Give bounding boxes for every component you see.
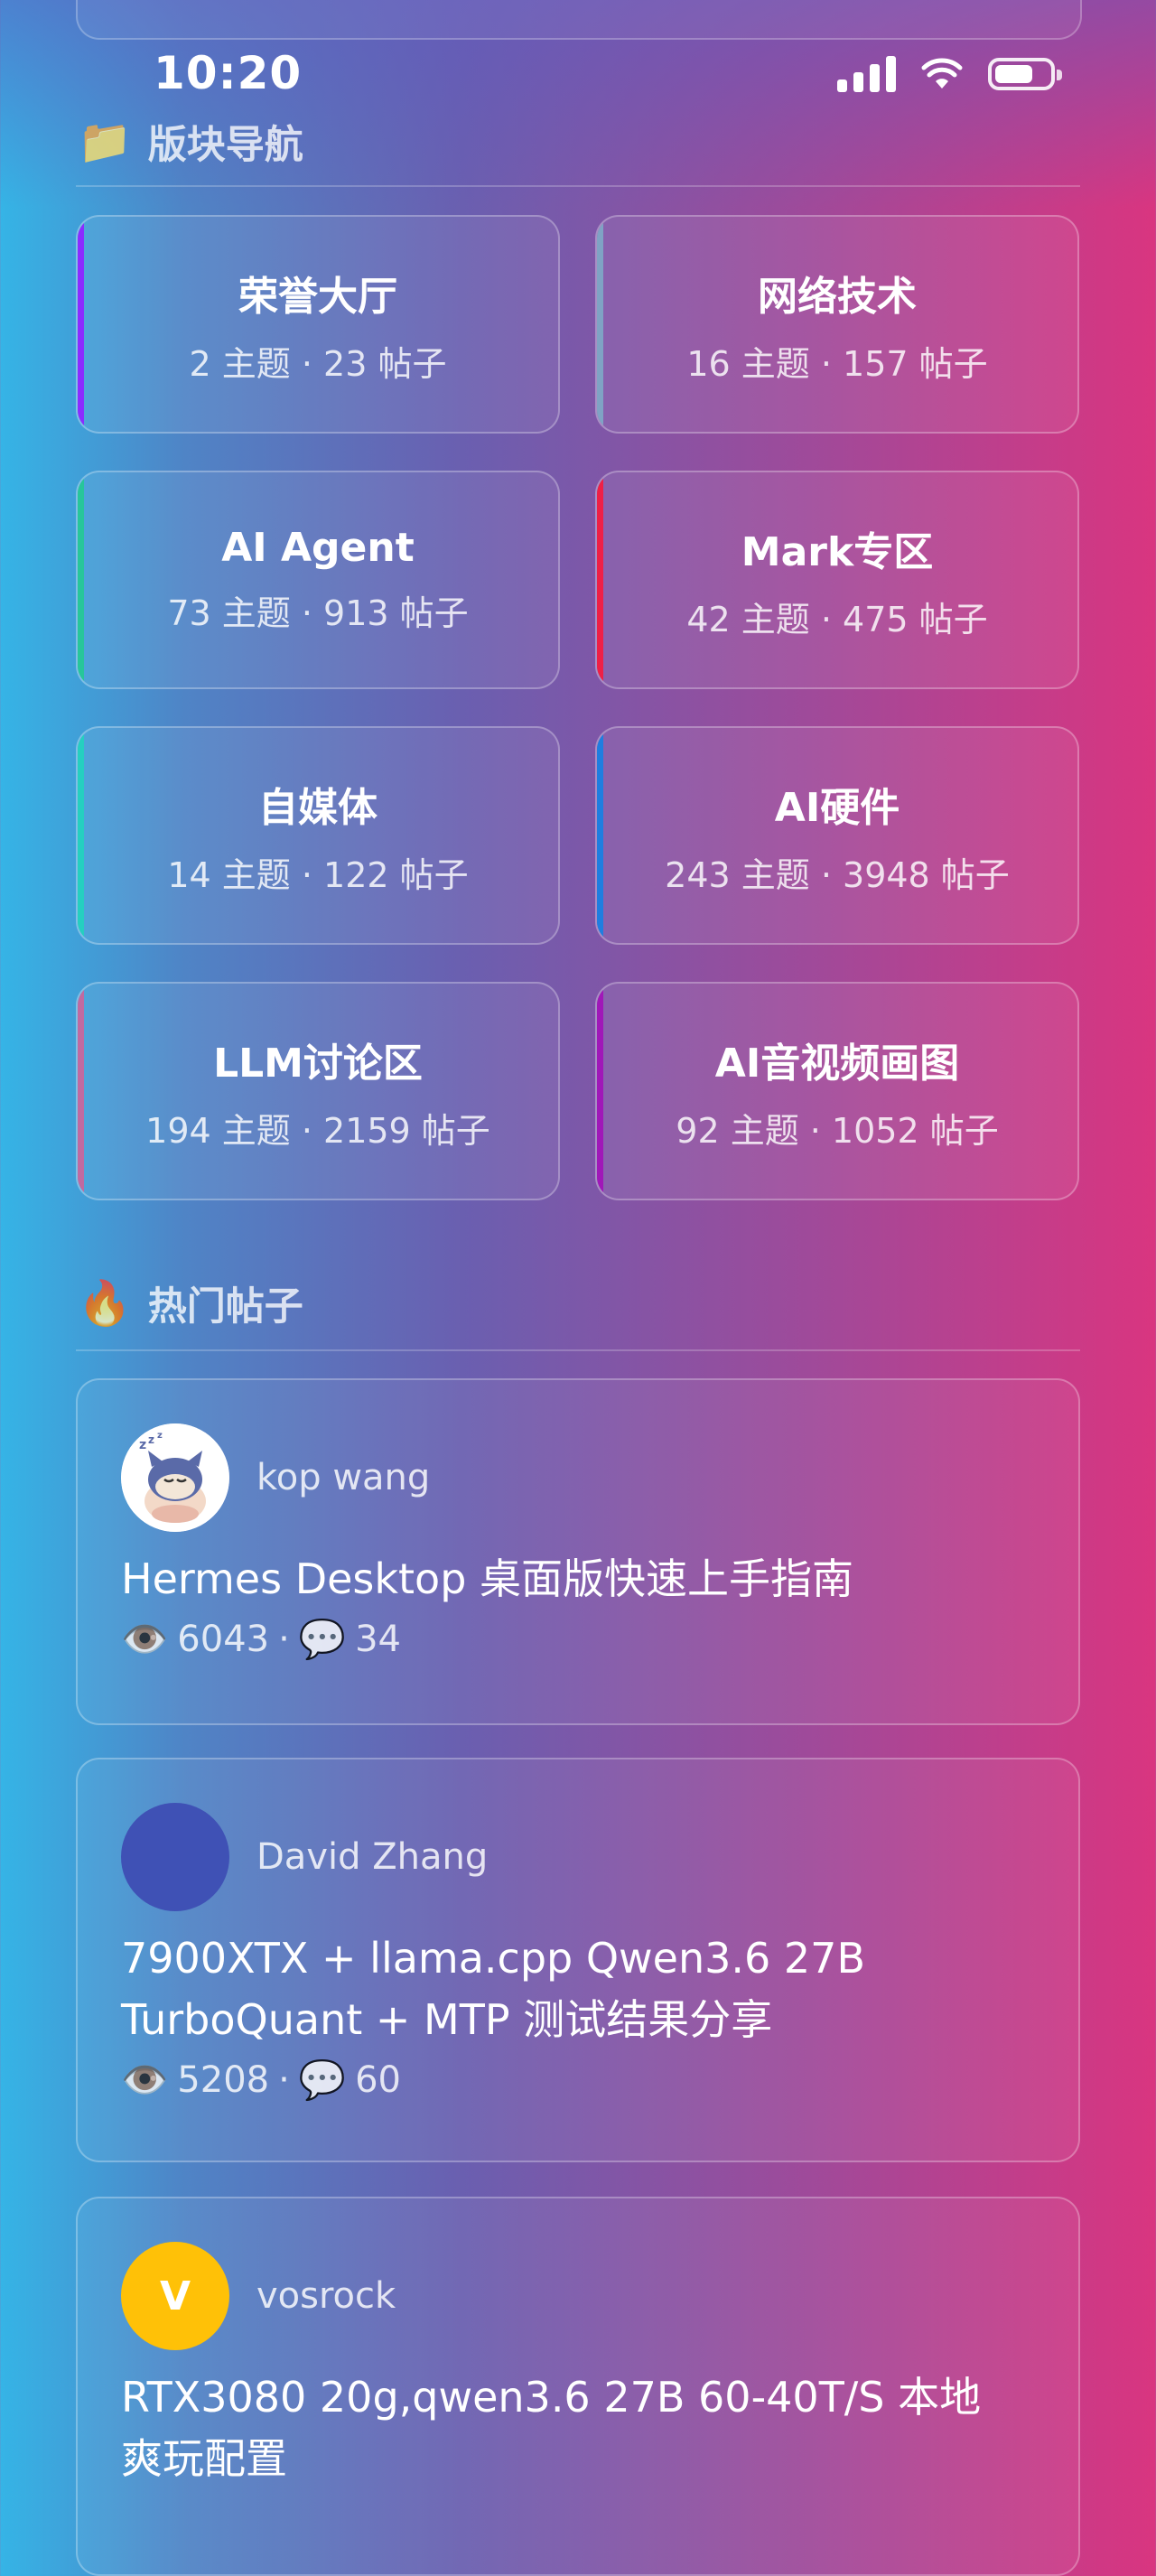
post-author-row: David Zhang [121, 1803, 1035, 1911]
post-title-line: 7900XTX + llama.cpp Qwen3.6 27B [121, 1934, 866, 1983]
status-time: 10:20 [154, 47, 303, 99]
board-stats: 92 主题 · 1052 帖子 [676, 1110, 999, 1151]
post-card[interactable]: z z z kop wang Hermes Desktop 桌面版快速上手指南 … [76, 1378, 1080, 1725]
post-title[interactable]: RTX3080 20g,qwen3.6 27B 60-40T/S 本地 爽玩配置 [121, 2366, 1035, 2489]
board-card-ai-agent[interactable]: AI Agent 73 主题 · 913 帖子 [76, 471, 560, 689]
boards-section-title: 版块导航 [147, 123, 303, 168]
post-title[interactable]: 7900XTX + llama.cpp Qwen3.6 27B TurboQua… [121, 1927, 1035, 2050]
post-title-line: TurboQuant + MTP 测试结果分享 [121, 1995, 773, 2044]
wifi-icon [921, 58, 963, 89]
svg-text:z: z [139, 1438, 146, 1452]
post-author[interactable]: kop wang [256, 1457, 430, 1498]
board-stats: 194 主题 · 2159 帖子 [145, 1110, 490, 1151]
previous-section-card [76, 0, 1082, 40]
section-divider [76, 185, 1080, 187]
board-accent-bar [78, 728, 84, 943]
post-meta: 👁️ 6043 · 💬 34 [121, 1617, 1035, 1662]
board-accent-bar [597, 217, 603, 432]
board-card-mark-zone[interactable]: Mark专区 42 主题 · 475 帖子 [595, 471, 1079, 689]
board-card-ai-audio-video-image[interactable]: AI音视频画图 92 主题 · 1052 帖子 [595, 982, 1079, 1200]
board-accent-bar [597, 728, 603, 943]
sleeping-cat-icon: z z z [121, 1423, 229, 1532]
post-title-line: 爽玩配置 [121, 2434, 287, 2483]
board-stats: 243 主题 · 3948 帖子 [665, 854, 1010, 895]
board-card-ai-hardware[interactable]: AI硬件 243 主题 · 3948 帖子 [595, 726, 1079, 945]
board-accent-bar [78, 984, 84, 1199]
board-accent-bar [78, 217, 84, 432]
section-divider [76, 1349, 1080, 1351]
avatar[interactable]: V [121, 2242, 229, 2350]
sleeping-cat-avatar[interactable]: z z z [121, 1423, 229, 1532]
svg-text:z: z [148, 1433, 154, 1446]
board-stats: 73 主题 · 913 帖子 [167, 593, 469, 633]
board-accent-bar [597, 472, 603, 687]
meta-separator: · [278, 2059, 290, 2101]
eye-icon: 👁️ [121, 2058, 169, 2102]
board-name: AI Agent [221, 525, 415, 571]
board-name: LLM讨论区 [213, 1040, 423, 1087]
hot-posts-section-title: 热门帖子 [147, 1284, 303, 1330]
meta-separator: · [278, 1619, 290, 1660]
board-card-self-media[interactable]: 自媒体 14 主题 · 122 帖子 [76, 726, 560, 945]
post-card[interactable]: V vosrock RTX3080 20g,qwen3.6 27B 60-40T… [76, 2197, 1080, 2576]
board-card-llm-discussion[interactable]: LLM讨论区 194 主题 · 2159 帖子 [76, 982, 560, 1200]
speech-bubble-icon: 💬 [298, 1617, 347, 1661]
post-title-line: Hermes Desktop 桌面版快速上手指南 [121, 1554, 854, 1603]
post-title[interactable]: Hermes Desktop 桌面版快速上手指南 [121, 1548, 1035, 1610]
folder-icon: 📁 [78, 117, 132, 167]
post-author-row: V vosrock [121, 2242, 1035, 2350]
board-name: 网络技术 [758, 273, 917, 320]
post-author[interactable]: David Zhang [256, 1836, 488, 1878]
board-name: Mark专区 [741, 528, 934, 575]
status-icons [837, 56, 1062, 92]
post-author[interactable]: vosrock [256, 2275, 396, 2317]
post-comments: 34 [355, 1619, 402, 1660]
avatar[interactable] [121, 1803, 229, 1911]
battery-icon [988, 58, 1062, 90]
svg-text:z: z [157, 1431, 163, 1441]
cellular-signal-icon [837, 56, 896, 92]
boards-section-header: 📁 版块导航 [78, 114, 303, 170]
eye-icon: 👁️ [121, 1617, 169, 1661]
board-name: 自媒体 [258, 784, 378, 831]
board-stats: 2 主题 · 23 帖子 [189, 343, 447, 384]
board-name: AI硬件 [774, 784, 900, 831]
board-card-honor-hall[interactable]: 荣誉大厅 2 主题 · 23 帖子 [76, 215, 560, 434]
board-name: 荣誉大厅 [238, 273, 397, 320]
board-stats: 16 主题 · 157 帖子 [686, 343, 988, 384]
board-accent-bar [78, 472, 84, 687]
post-card[interactable]: David Zhang 7900XTX + llama.cpp Qwen3.6 … [76, 1758, 1080, 2162]
avatar-letter: V [159, 2273, 191, 2319]
post-views: 6043 [177, 1619, 270, 1660]
board-name: AI音视频画图 [714, 1040, 960, 1087]
fire-icon: 🔥 [78, 1278, 132, 1329]
speech-bubble-icon: 💬 [298, 2058, 347, 2102]
post-meta: 👁️ 5208 · 💬 60 [121, 2058, 1035, 2103]
board-stats: 42 主题 · 475 帖子 [686, 599, 988, 639]
post-views: 5208 [177, 2059, 270, 2101]
post-comments: 60 [355, 2059, 402, 2101]
board-stats: 14 主题 · 122 帖子 [167, 854, 469, 895]
post-title-line: RTX3080 20g,qwen3.6 27B 60-40T/S 本地 [121, 2373, 982, 2422]
board-card-network-tech[interactable]: 网络技术 16 主题 · 157 帖子 [595, 215, 1079, 434]
hot-posts-section-header: 🔥 热门帖子 [78, 1275, 303, 1331]
post-author-row: z z z kop wang [121, 1423, 1035, 1532]
board-accent-bar [597, 984, 603, 1199]
